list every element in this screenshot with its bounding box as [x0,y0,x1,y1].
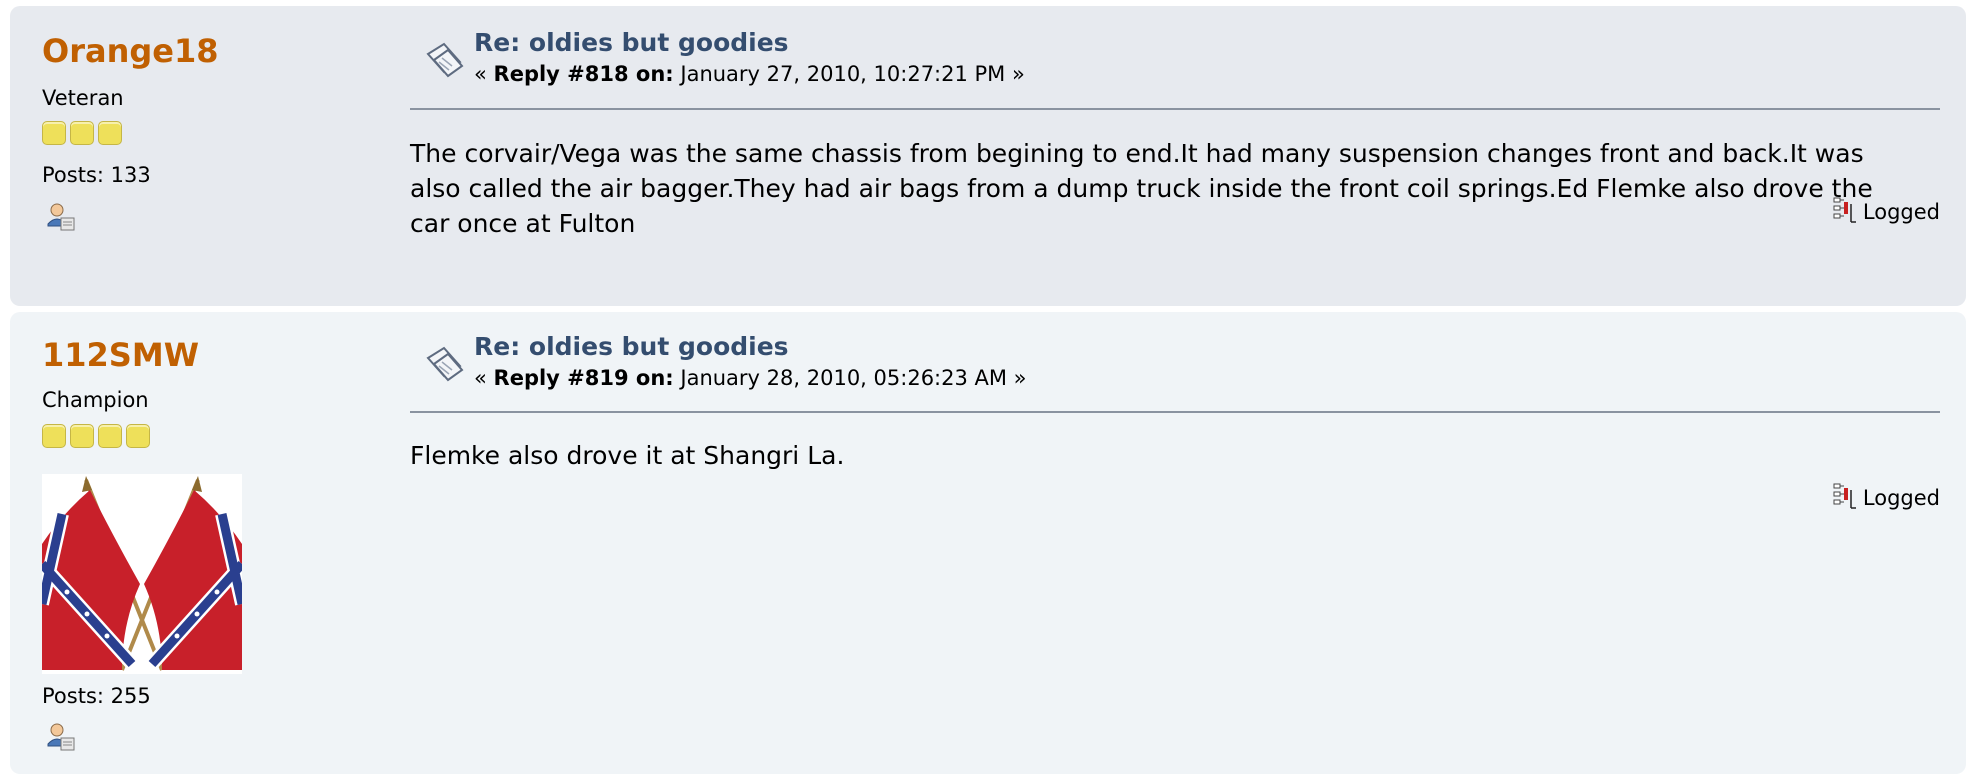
rank-stars [42,121,122,145]
reply-number-link[interactable]: Reply #818 on: [494,62,674,86]
post-count: Posts: 255 [42,684,151,708]
star-icon [42,424,66,448]
member-rank: Veteran [42,86,124,110]
star-icon [98,121,122,145]
topic-icon [422,344,468,384]
post-meta: « Reply #819 on: January 28, 2010, 05:26… [474,366,1027,390]
post-count: Posts: 133 [42,163,151,187]
profile-icon[interactable] [46,202,76,232]
post-body: Flemke also drove it at Shangri La. [410,441,845,470]
post-date: January 27, 2010, 10:27:21 PM » [673,62,1025,86]
post-date: January 28, 2010, 05:26:23 AM » [673,366,1027,390]
post-meta: « Reply #818 on: January 27, 2010, 10:27… [474,62,1025,86]
star-icon [98,424,122,448]
forum-post: 112SMW Champion Posts: 255 Re: oldies bu… [10,312,1966,774]
forum-post: Orange18 Veteran Posts: 133 Re: oldies b… [10,6,1966,306]
reply-number-link[interactable]: Reply #819 on: [494,366,674,390]
divider [410,108,1940,110]
meta-prefix: « [474,62,494,86]
logged-indicator[interactable]: Logged [1833,482,1940,510]
logged-label: Logged [1862,200,1940,224]
rank-stars [42,424,150,448]
star-icon [70,121,94,145]
star-icon [70,424,94,448]
divider [410,411,1940,413]
profile-icon[interactable] [46,722,76,752]
meta-prefix: « [474,366,494,390]
logged-indicator[interactable]: Logged [1833,196,1940,224]
post-subject-link[interactable]: Re: oldies but goodies [474,28,789,57]
ip-logged-icon [1833,483,1856,509]
star-icon [42,121,66,145]
member-rank: Champion [42,388,149,412]
avatar [35,474,249,674]
logged-label: Logged [1862,486,1940,510]
ip-logged-icon [1833,197,1856,223]
topic-icon [422,40,468,80]
post-body: The corvair/Vega was the same chassis fr… [410,139,1873,238]
username-link[interactable]: 112SMW [42,336,199,374]
post-subject-link[interactable]: Re: oldies but goodies [474,332,789,361]
username-link[interactable]: Orange18 [42,32,219,70]
star-icon [126,424,150,448]
